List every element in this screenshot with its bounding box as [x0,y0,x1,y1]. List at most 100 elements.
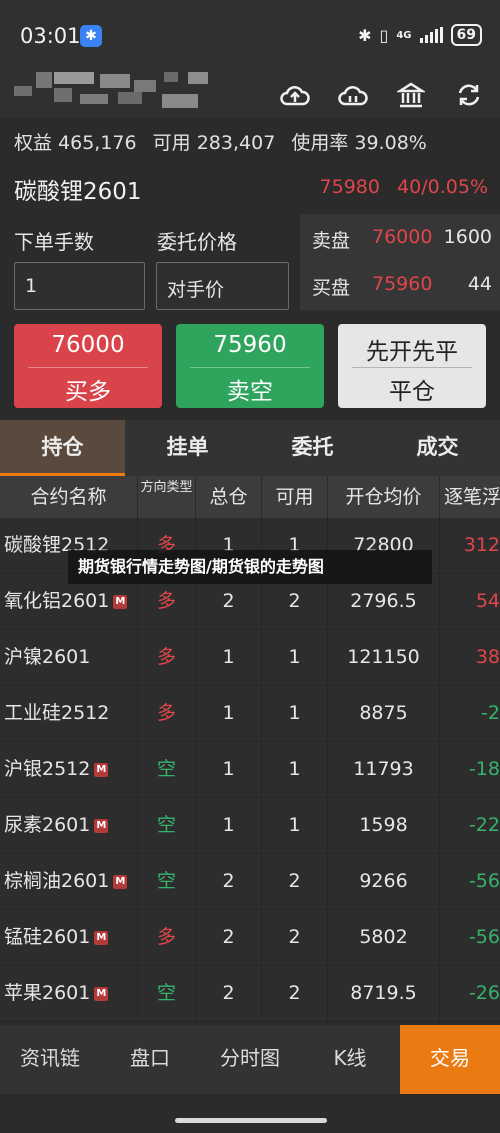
ask-row[interactable]: 卖盘 76000 1600 [312,226,492,256]
cell-total: 2 [196,910,262,965]
cell-avg-price-text: 2796.5 [350,590,417,612]
cell-contract-text: 氧化铝2601 [4,590,110,612]
cell-total-text: 2 [222,870,235,892]
col-contract[interactable]: 合约名称 [0,476,138,518]
bluetooth-app-icon: ✱ [80,25,102,47]
cell-available-text: 1 [288,646,301,668]
cell-total-text: 2 [222,590,235,612]
usage-rate: 使用率 39.08% [291,132,427,154]
status-icons: ✱ ▯ 4G 69 [358,24,482,46]
cell-available-text: 1 [288,702,301,724]
cell-total: 1 [196,742,262,797]
margin-tag: M [113,594,128,609]
cloud-sync-icon[interactable] [334,76,372,114]
appbar-actions [276,76,488,114]
cell-total: 2 [196,854,262,909]
cell-avg-price-text: 8875 [359,702,408,724]
cell-pnl-text: -56 [468,870,500,892]
sell-short-button[interactable]: 75960 卖空 [176,324,324,408]
account-summary: 权益 465,176 可用 283,407 使用率 39.08% [14,128,437,155]
cell-available-text: 2 [288,926,301,948]
col-pnl[interactable]: 逐笔浮 [440,476,500,518]
cell-pnl-text: -56 [468,926,500,948]
cell-pnl-text: -26 [468,982,500,1004]
table-row[interactable]: 工业硅2512 多 1 1 8875 -2 [0,686,500,742]
status-time: 03:01 [20,24,81,48]
cell-available-text: 2 [288,870,301,892]
cell-total: 1 [196,630,262,685]
cell-pnl: 312 [440,518,500,573]
bid-price: 75960 [372,273,433,295]
cell-direction-text: 空 [156,814,176,836]
nav-trade[interactable]: 交易 [400,1025,500,1094]
cell-avg-price-text: 1598 [359,814,408,836]
margin-tag: M [113,874,128,889]
ask-volume: 1600 [443,226,492,248]
cell-total: 1 [196,798,262,853]
margin-tag: M [94,986,109,1001]
signal-icon [419,27,443,43]
close-position-button[interactable]: 先开先平 平仓 [338,324,486,408]
buy-long-button[interactable]: 76000 买多 [14,324,162,408]
table-row[interactable]: 尿素2601 M 空 1 1 1598 -22 [0,798,500,854]
cell-total-text: 1 [222,758,235,780]
order-book: 卖盘 76000 1600 买盘 75960 44 [300,214,500,310]
cell-pnl: 54 [440,574,500,629]
cell-contract-text: 尿素2601 [4,814,91,836]
cell-contract: 工业硅2512 [0,686,138,741]
bottom-nav: 资讯链 盘口 分时图 K线 交易 [0,1025,500,1094]
nav-kline[interactable]: K线 [300,1025,400,1094]
cell-contract: 锰硅2601 M [0,910,138,965]
price-type-select[interactable]: 对手价 [156,262,289,310]
tab-trades[interactable]: 成交 [375,420,500,476]
cell-pnl: -2 [440,686,500,741]
contract-change: 40/0.05% [397,176,488,198]
cell-pnl: -26 [440,966,500,1021]
cloud-upload-icon[interactable] [276,76,314,114]
contract-price: 75980 [319,176,380,198]
table-row[interactable]: 沪银2512 M 空 1 1 11793 -18 [0,742,500,798]
cell-pnl-text: 312 [463,534,500,556]
equity-value: 权益 465,176 [14,132,137,154]
qty-input[interactable]: 1 [14,262,145,310]
cell-avg-price-text: 11793 [353,758,414,780]
tab-pending[interactable]: 挂单 [125,420,250,476]
cell-direction: 多 [138,630,196,685]
cell-contract: 苹果2601 M [0,966,138,1021]
col-direction[interactable]: 方向类型 [138,476,196,518]
nav-quote[interactable]: 盘口 [100,1025,200,1094]
tab-positions[interactable]: 持仓 [0,420,125,476]
col-total[interactable]: 总仓 [196,476,262,518]
cell-total-text: 1 [222,814,235,836]
table-row[interactable]: 苹果2601 M 空 2 2 8719.5 -26 [0,966,500,1022]
bid-row[interactable]: 买盘 75960 44 [312,273,492,303]
cell-direction: 空 [138,798,196,853]
col-avg-price[interactable]: 开仓均价 [328,476,440,518]
contract-selector[interactable]: 碳酸锂2601 75980 40/0.05% [14,172,488,206]
bid-label: 买盘 [312,277,351,299]
vibrate-icon: ▯ [379,25,389,45]
table-row[interactable]: 棕榈油2601 M 空 2 2 9266 -56 [0,854,500,910]
cell-avg-price: 121150 [328,630,440,685]
col-available[interactable]: 可用 [262,476,328,518]
bank-icon[interactable] [392,76,430,114]
refresh-icon[interactable] [450,76,488,114]
buy-price: 76000 [51,332,125,358]
cell-avg-price: 11793 [328,742,440,797]
nav-timeshare[interactable]: 分时图 [200,1025,300,1094]
margin-tag: M [94,818,109,833]
margin-tag: M [94,762,109,777]
cell-contract: 棕榈油2601 M [0,854,138,909]
contract-name[interactable]: 碳酸锂2601 [14,172,142,206]
home-indicator[interactable] [0,1094,500,1133]
nav-news[interactable]: 资讯链 [0,1025,100,1094]
table-row[interactable]: 沪镍2601 多 1 1 121150 38 [0,630,500,686]
cell-total-text: 2 [222,926,235,948]
cell-direction: 空 [138,966,196,1021]
cell-contract: 沪银2512 M [0,742,138,797]
tab-orders[interactable]: 委托 [250,420,375,476]
margin-tag: M [94,930,109,945]
status-bar: 03:01 ✱ ✱ ▯ 4G 69 [0,0,500,72]
cell-total-text: 1 [222,702,235,724]
table-row[interactable]: 锰硅2601 M 多 2 2 5802 -56 [0,910,500,966]
